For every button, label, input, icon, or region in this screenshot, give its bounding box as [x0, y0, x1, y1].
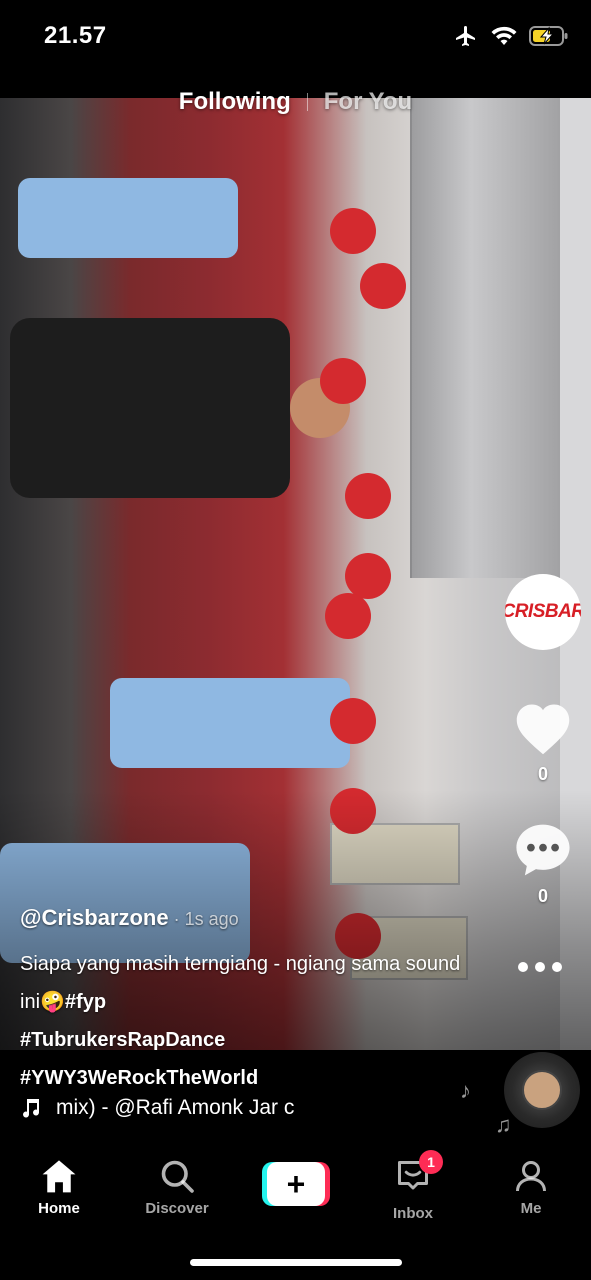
author-username[interactable]: @Crisbarzone: [20, 905, 169, 930]
more-options-icon[interactable]: [518, 962, 562, 972]
dot: [552, 962, 562, 972]
tab-following[interactable]: Following: [179, 88, 291, 116]
hashtag-link[interactable]: #YWY3WeRockTheWorld: [20, 1067, 258, 1089]
creator-avatar[interactable]: CRISBAR: [505, 574, 581, 650]
dot: [518, 962, 528, 972]
comment-count: 0: [537, 886, 548, 906]
create-button[interactable]: +: [262, 1162, 330, 1206]
wifi-icon: [491, 26, 517, 45]
nav-me[interactable]: Me: [481, 1158, 581, 1217]
video-scene-cap: [330, 208, 376, 254]
nav-me-label: Me: [520, 1200, 542, 1217]
music-note-icon: ♪: [460, 1078, 471, 1103]
music-note-icon: ♫: [495, 1112, 512, 1137]
search-icon: [161, 1160, 194, 1193]
video-scene-cap: [345, 553, 391, 599]
creator-logo-text: CRISBAR: [505, 601, 581, 622]
tab-for-you[interactable]: For You: [324, 88, 412, 116]
video-scene-cap: [330, 698, 376, 744]
battery-charging-icon: [529, 26, 568, 46]
inbox-badge: 1: [419, 1150, 443, 1174]
hashtag-link[interactable]: #fyp: [65, 991, 106, 1013]
nav-home[interactable]: Home: [9, 1158, 109, 1217]
music-note-icon: [23, 1099, 40, 1118]
status-bar: 21.57: [0, 0, 591, 90]
like-count: 0: [537, 764, 548, 784]
inbox-icon-wrap: 1: [395, 1150, 443, 1199]
heart-icon: [516, 704, 570, 755]
feed-tabs: Following For You: [0, 88, 591, 116]
video-scene-cap: [325, 593, 371, 639]
video-scene-cap: [320, 358, 366, 404]
tab-divider: [306, 93, 308, 111]
caption-emoji: 🤪: [40, 991, 65, 1013]
plus-icon: +: [267, 1162, 325, 1206]
author-line: @Crisbarzone · 1s ago: [20, 905, 480, 931]
video-scene-cap: [345, 473, 391, 519]
home-indicator[interactable]: [190, 1259, 402, 1266]
video-caption: @Crisbarzone · 1s ago Siapa yang masih t…: [20, 905, 480, 1097]
video-scene-person: [18, 178, 238, 258]
airplane-icon: [456, 26, 475, 46]
profile-icon: [516, 1161, 546, 1192]
music-ticker[interactable]: mix) - @Rafi Amonk Jar c: [20, 1096, 356, 1120]
comment-icon: [516, 824, 570, 876]
like-button[interactable]: 0: [510, 700, 576, 785]
music-title: mix) - @Rafi Amonk Jar c: [56, 1096, 295, 1119]
status-time: 21.57: [44, 22, 107, 49]
post-time: · 1s ago: [168, 909, 239, 929]
caption-text: Siapa yang masih terngiang - ngiang sama…: [20, 945, 480, 1097]
status-icons: [453, 24, 569, 48]
video-scene-person: [10, 318, 290, 498]
video-scene-cap: [360, 263, 406, 309]
nav-inbox[interactable]: 1 Inbox: [363, 1150, 463, 1222]
music-cover-image: [522, 1070, 562, 1110]
hashtag-link[interactable]: #TubrukersRapDance: [20, 1029, 225, 1051]
nav-discover[interactable]: Discover: [127, 1158, 227, 1217]
dot: [535, 962, 545, 972]
comment-button[interactable]: 0: [510, 822, 576, 907]
nav-home-label: Home: [38, 1200, 80, 1217]
music-disc-button[interactable]: [504, 1052, 580, 1128]
video-scene-person: [110, 678, 350, 768]
home-icon: [42, 1160, 76, 1193]
nav-discover-label: Discover: [145, 1200, 209, 1217]
nav-inbox-label: Inbox: [393, 1205, 433, 1222]
video-scene-ceiling: [410, 98, 560, 578]
